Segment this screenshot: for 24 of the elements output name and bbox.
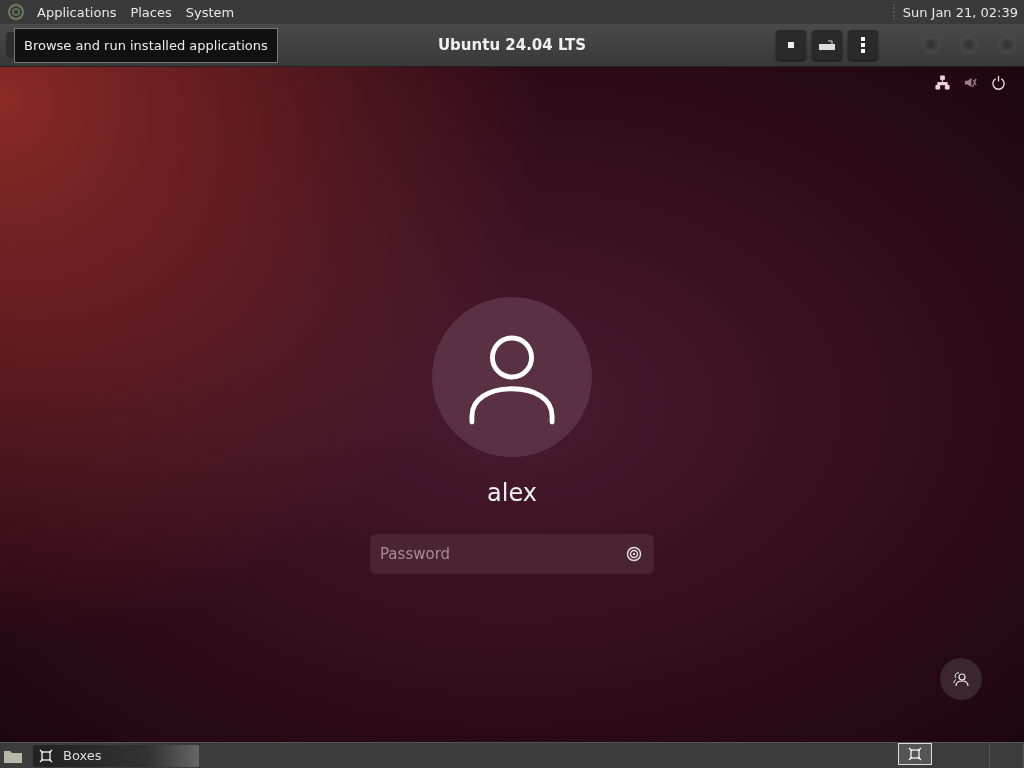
boxes-icon xyxy=(908,746,922,761)
power-icon[interactable] xyxy=(991,75,1006,90)
menu-item[interactable]: Places xyxy=(123,4,179,20)
password-field[interactable]: Password xyxy=(370,534,654,574)
keyboard-button[interactable] xyxy=(812,30,842,60)
swirl-icon[interactable] xyxy=(6,2,26,22)
network-icon[interactable] xyxy=(935,75,950,90)
taskbar-button[interactable]: Boxes xyxy=(33,744,199,767)
kebab-icon xyxy=(861,37,865,53)
tooltip: Browse and run installed applications xyxy=(14,28,278,63)
user-icon xyxy=(953,671,969,687)
clock[interactable]: Sun Jan 21, 02:39 xyxy=(902,4,1018,20)
keyboard-icon xyxy=(819,40,835,50)
stop-button[interactable] xyxy=(776,30,806,60)
user-icon xyxy=(468,334,556,426)
stop-icon xyxy=(786,40,796,50)
menu-item[interactable]: Applications xyxy=(30,4,124,20)
window-title: Ubuntu 24.04 LTS xyxy=(437,36,587,54)
boxes-icon xyxy=(39,748,53,763)
switch-user-button[interactable] xyxy=(940,658,982,700)
menu-button[interactable] xyxy=(848,30,878,60)
username: alex xyxy=(487,479,537,507)
eye-icon[interactable] xyxy=(626,546,642,562)
menu-item[interactable]: System xyxy=(178,4,242,20)
